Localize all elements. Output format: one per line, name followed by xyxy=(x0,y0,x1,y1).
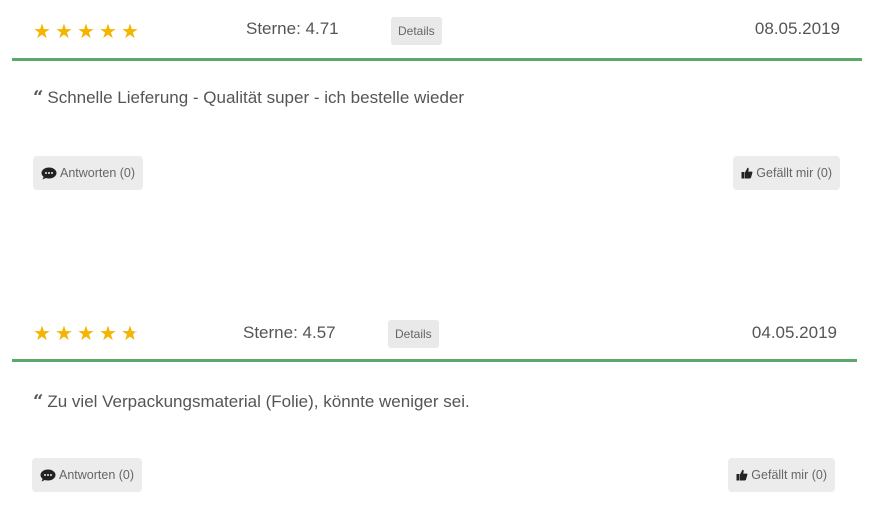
star-icon: ★ xyxy=(77,323,95,345)
details-button[interactable]: Details xyxy=(391,17,442,45)
star-rating: ★ ★ ★ ★ ★ xyxy=(33,324,142,344)
star-icon: ★ xyxy=(55,323,73,345)
review-item: ★ ★ ★ ★ ★ Sterne: 4.71 Details 08.05.201… xyxy=(0,0,873,190)
reply-button[interactable]: Antworten (0) xyxy=(32,458,143,492)
like-button-label: Gefällt mir (0) xyxy=(751,468,827,482)
like-button[interactable]: Gefällt mir (0) xyxy=(728,458,835,492)
thumbs-up-icon xyxy=(736,469,748,481)
reply-button-label: Antworten (0) xyxy=(60,166,136,180)
divider xyxy=(12,58,862,61)
rating-score: Sterne: 4.71 xyxy=(246,19,339,38)
star-icon: ★ xyxy=(33,323,51,345)
review-text-content: Zu viel Verpackungsmaterial (Folie), kön… xyxy=(47,392,470,411)
reply-button-label: Antworten (0) xyxy=(59,468,135,482)
quote-icon: “ xyxy=(33,87,44,108)
review-header: ★ ★ ★ ★ ★ Sterne: 4.57 Details 04.05.201… xyxy=(0,304,873,364)
review-text: “ Schnelle Lieferung - Qualität super - … xyxy=(33,88,464,108)
review-item: ★ ★ ★ ★ ★ Sterne: 4.57 Details 04.05.201… xyxy=(0,304,873,492)
divider xyxy=(12,359,857,362)
star-icon: ★ xyxy=(33,21,51,43)
star-icon: ★ xyxy=(99,21,117,43)
review-date: 08.05.2019 xyxy=(754,19,840,38)
star-icon: ★ xyxy=(121,21,139,43)
star-icon: ★ xyxy=(55,21,73,43)
star-rating: ★ ★ ★ ★ ★ xyxy=(33,22,142,42)
thumbs-up-icon xyxy=(741,167,753,179)
quote-icon: “ xyxy=(33,391,44,412)
review-text: “ Zu viel Verpackungsmaterial (Folie), k… xyxy=(33,392,470,412)
comment-icon xyxy=(40,469,56,482)
review-date: 04.05.2019 xyxy=(751,323,837,342)
star-icon: ★ xyxy=(77,21,95,43)
review-text-content: Schnelle Lieferung - Qualität super - ic… xyxy=(47,88,465,107)
like-button-label: Gefällt mir (0) xyxy=(756,166,832,180)
rating-score: Sterne: 4.57 xyxy=(243,323,336,342)
details-button[interactable]: Details xyxy=(388,320,439,348)
half-star-icon: ★ xyxy=(121,324,142,344)
comment-icon xyxy=(41,167,57,180)
reply-button[interactable]: Antworten (0) xyxy=(33,156,144,190)
like-button[interactable]: Gefällt mir (0) xyxy=(733,156,840,190)
review-header: ★ ★ ★ ★ ★ Sterne: 4.71 Details 08.05.201… xyxy=(0,0,873,60)
star-icon: ★ xyxy=(99,323,117,345)
